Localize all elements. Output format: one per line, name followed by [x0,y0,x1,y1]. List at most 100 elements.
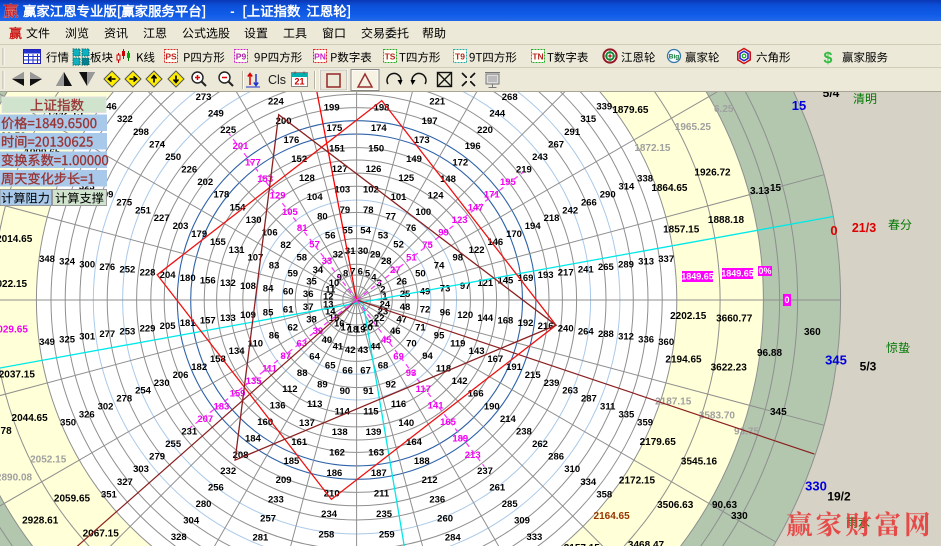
svg-text:348: 348 [39,254,55,265]
svg-text:26: 26 [396,277,407,288]
svg-text:268: 268 [502,92,518,103]
svg-text:192: 192 [518,318,534,329]
svg-text:3622.23: 3622.23 [711,362,748,373]
svg-text:46: 46 [390,326,401,337]
svg-text:34: 34 [313,265,324,276]
svg-text:80: 80 [317,211,328,222]
svg-text:88: 88 [297,368,308,379]
svg-text:4: 4 [371,272,377,283]
svg-text:0: 0 [784,295,789,305]
svg-text:38: 38 [306,315,317,326]
svg-text:1879.65: 1879.65 [612,105,649,116]
svg-text:85: 85 [263,307,274,318]
svg-text:358: 358 [596,489,612,500]
svg-text:3.13: 3.13 [750,186,770,197]
svg-text:199: 199 [324,103,340,114]
svg-text:280: 280 [196,499,212,510]
svg-text:187: 187 [371,468,387,479]
svg-text:189: 189 [452,433,468,444]
svg-text:36: 36 [303,289,314,300]
svg-text:71: 71 [415,322,426,333]
svg-text:30: 30 [358,246,369,257]
svg-text:PS: PS [165,52,177,62]
svg-text:15: 15 [770,183,782,194]
svg-text:77: 77 [386,211,397,222]
svg-text:2851.78: 2851.78 [0,426,12,437]
svg-text:15: 15 [792,98,806,113]
svg-text:98: 98 [453,253,464,264]
svg-text:129: 129 [270,190,286,201]
svg-text:2179.65: 2179.65 [640,437,677,448]
svg-text:258: 258 [318,529,334,540]
svg-text:196: 196 [465,141,481,152]
svg-text:2067.15: 2067.15 [83,528,120,539]
svg-text:89: 89 [317,380,328,391]
svg-text:273: 273 [196,92,212,103]
svg-text:275: 275 [116,197,133,208]
svg-text:166: 166 [468,389,484,400]
svg-text:311: 311 [600,402,616,413]
svg-text:337: 337 [658,254,674,265]
svg-text:$: $ [824,50,833,67]
svg-text:253: 253 [119,326,135,337]
svg-text:300: 300 [79,259,95,270]
svg-text:302: 302 [98,402,114,413]
svg-text:190: 190 [484,401,500,412]
svg-text:256: 256 [208,483,224,494]
svg-text:19/2: 19/2 [827,490,851,504]
svg-text:73: 73 [440,284,451,295]
svg-text:91: 91 [363,386,374,397]
svg-text:100: 100 [415,207,431,218]
svg-text:261: 261 [489,483,506,494]
svg-text:161: 161 [291,437,308,448]
svg-text:79: 79 [340,205,351,216]
svg-text:8: 8 [343,269,348,280]
svg-text:0%: 0% [758,266,771,276]
svg-text:170: 170 [506,229,522,240]
svg-text:21: 21 [294,77,304,87]
svg-text:288: 288 [598,329,614,340]
svg-text:181: 181 [180,318,197,329]
svg-text:171: 171 [484,190,501,201]
svg-text:351: 351 [101,489,118,500]
svg-text:3506.63: 3506.63 [657,500,694,511]
svg-text:126: 126 [366,164,382,175]
svg-text:182: 182 [191,362,207,373]
svg-text:221: 221 [429,97,446,108]
svg-text:59: 59 [288,269,299,280]
svg-text:32: 32 [333,250,344,261]
svg-text:274: 274 [149,139,166,150]
svg-text:132: 132 [220,278,236,289]
svg-text:286: 286 [548,452,564,463]
svg-text:289: 289 [618,259,634,270]
svg-text:56: 56 [325,230,336,241]
svg-text:113: 113 [307,399,322,410]
svg-text:285: 285 [502,499,519,510]
svg-text:191: 191 [506,362,523,373]
svg-text:1857.15: 1857.15 [663,225,700,236]
svg-text:76: 76 [406,223,417,234]
svg-text:114: 114 [335,406,351,417]
svg-text:304: 304 [183,515,200,526]
svg-text:276: 276 [99,262,115,273]
svg-text:330: 330 [805,479,827,494]
svg-text:164: 164 [406,437,423,448]
svg-text:61: 61 [283,305,294,316]
svg-text:140: 140 [398,418,414,429]
svg-text:142: 142 [452,376,468,387]
svg-text:124: 124 [428,190,445,201]
svg-text:156: 156 [200,276,216,287]
svg-text:205: 205 [160,321,177,332]
svg-text:237: 237 [477,466,493,477]
svg-text:90.63: 90.63 [712,500,737,511]
svg-text:96: 96 [440,307,451,318]
svg-text:69: 69 [393,351,404,362]
svg-text:2037.15: 2037.15 [0,370,35,381]
svg-text:2172.15: 2172.15 [619,476,656,487]
svg-text:360: 360 [804,327,821,338]
svg-text:322: 322 [117,114,133,125]
svg-text:287: 287 [581,394,597,405]
svg-text:298: 298 [133,127,149,138]
svg-text:104: 104 [307,192,324,203]
svg-text:267: 267 [548,139,564,150]
